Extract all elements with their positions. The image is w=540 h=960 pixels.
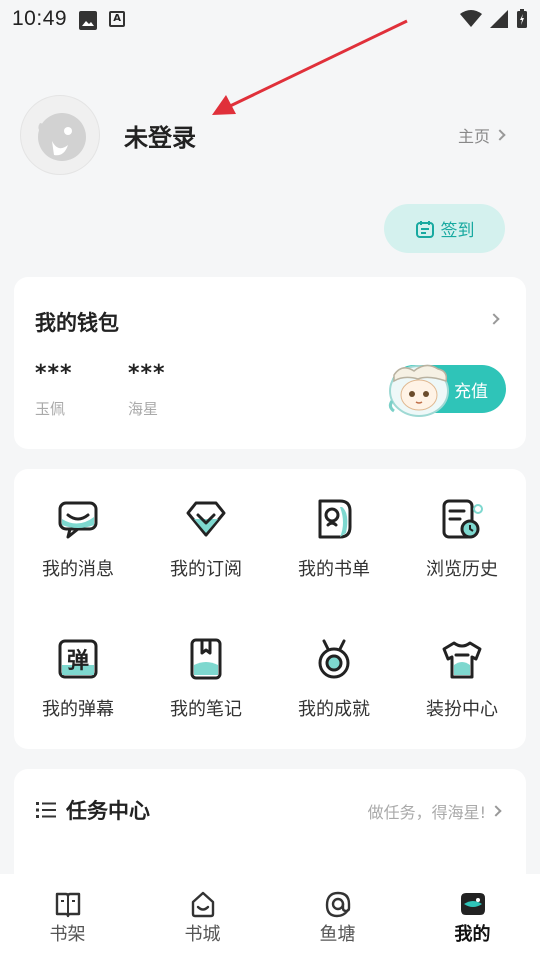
danmaku-icon: 弹 — [56, 637, 100, 681]
dressup-icon — [440, 637, 484, 681]
menu-item-achievements[interactable]: 我的成就 — [270, 609, 398, 749]
wallet-card[interactable]: 我的钱包 *** 玉佩 *** 海星 充值 — [14, 277, 526, 449]
list-icon — [36, 802, 56, 818]
task-center-title: 任务中心 — [66, 799, 150, 823]
jade-label: 玉佩 — [35, 400, 66, 418]
nav-label: 书城 — [184, 924, 221, 945]
nav-item-mine[interactable]: 我的 — [405, 874, 540, 960]
menu-item-notes[interactable]: 我的笔记 — [142, 609, 270, 749]
nav-label: 鱼塘 — [319, 924, 356, 945]
menu-item-label: 我的成就 — [298, 699, 370, 720]
menu-item-danmaku[interactable]: 弹 我的弹幕 — [14, 609, 142, 749]
menu-item-history[interactable]: 浏览历史 — [398, 469, 526, 609]
message-icon — [56, 497, 100, 541]
task-center-header: 任务中心 — [36, 795, 150, 825]
booklist-icon — [312, 497, 356, 541]
task-center-hint-text: 做任务，得海星! — [367, 803, 486, 822]
homepage-label: 主页 — [457, 127, 490, 146]
bookshelf-icon — [55, 892, 80, 918]
history-icon — [440, 497, 484, 541]
jade-balance: *** — [35, 361, 73, 386]
achievement-icon — [312, 637, 356, 681]
menu-item-subscriptions[interactable]: 我的订阅 — [142, 469, 270, 609]
notes-icon — [184, 637, 228, 681]
feature-menu: 我的消息 我的订阅 我的书单 浏览历史 弹 我的弹幕 我的笔记 我的成就 装扮中… — [14, 469, 526, 749]
battery-icon — [517, 9, 527, 28]
starfish-balance: *** — [128, 361, 166, 386]
mine-icon — [460, 893, 485, 915]
default-avatar-icon — [38, 113, 86, 161]
signin-label: 签到 — [440, 221, 475, 241]
chevron-right-icon — [494, 129, 506, 141]
menu-item-messages[interactable]: 我的消息 — [14, 469, 142, 609]
signal-icon — [490, 10, 508, 28]
nav-item-fishpond[interactable]: 鱼塘 — [270, 874, 405, 960]
homepage-link[interactable]: 主页 — [457, 123, 506, 147]
wifi-icon — [460, 10, 482, 27]
menu-item-label: 我的弹幕 — [42, 699, 114, 720]
nav-label: 书架 — [49, 924, 86, 945]
task-center-card[interactable]: 任务中心 做任务，得海星! — [14, 769, 526, 889]
nav-item-bookshelf[interactable]: 书架 — [0, 874, 135, 960]
image-icon — [79, 11, 98, 30]
menu-item-label: 我的消息 — [42, 559, 114, 580]
bottom-nav: 书架 书城 鱼塘 我的 — [0, 874, 540, 960]
status-time: 10:49 — [12, 7, 68, 30]
chevron-right-icon — [490, 805, 502, 817]
recharge-label: 充值 — [454, 381, 488, 402]
calendar-icon — [415, 220, 434, 238]
menu-item-label: 我的订阅 — [170, 559, 242, 580]
profile-header: 未登录 主页 — [20, 95, 520, 175]
menu-item-label: 我的书单 — [298, 559, 370, 580]
mascot-icon — [388, 364, 449, 417]
task-center-hint[interactable]: 做任务，得海星! — [367, 799, 502, 823]
menu-item-label: 浏览历史 — [426, 559, 498, 580]
username-label[interactable]: 未登录 — [124, 118, 196, 153]
menu-item-label: 装扮中心 — [426, 699, 498, 720]
wallet-title: 我的钱包 — [35, 311, 119, 335]
menu-item-booklist[interactable]: 我的书单 — [270, 469, 398, 609]
fishpond-icon — [325, 891, 350, 918]
nav-item-bookstore[interactable]: 书城 — [135, 874, 270, 960]
subscribe-icon — [184, 497, 228, 541]
signin-button[interactable]: 签到 — [384, 204, 505, 253]
status-bar: 10:49 A — [0, 0, 540, 38]
chevron-right-icon[interactable] — [488, 313, 500, 325]
nav-label: 我的 — [454, 924, 491, 945]
avatar[interactable] — [20, 95, 100, 175]
danmaku-glyph: 弹 — [67, 649, 89, 674]
a-icon: A — [109, 11, 126, 27]
bookstore-icon — [191, 891, 214, 918]
menu-item-dressup[interactable]: 装扮中心 — [398, 609, 526, 749]
starfish-label: 海星 — [128, 400, 159, 418]
menu-item-label: 我的笔记 — [170, 699, 242, 720]
